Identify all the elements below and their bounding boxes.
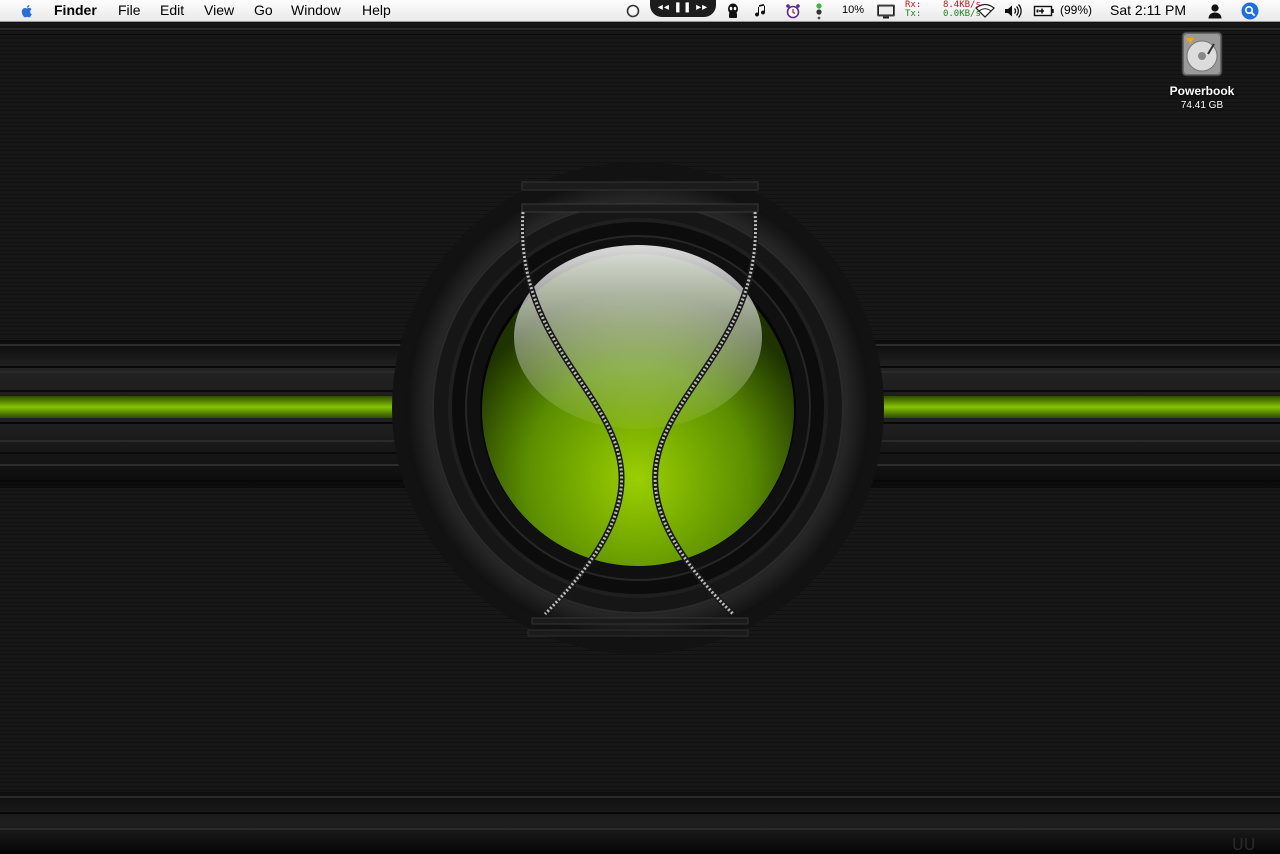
menu-help[interactable]: Help: [362, 0, 391, 21]
cpu-usage[interactable]: 10%: [842, 0, 864, 21]
menu-bar: Finder File Edit View Go Window Help ◂◂ …: [0, 0, 1280, 22]
battery-percent[interactable]: (99%): [1060, 0, 1092, 21]
display-icon[interactable]: [876, 2, 896, 20]
svg-text:ᑌᑌ: ᑌᑌ: [1232, 835, 1255, 854]
battery-icon[interactable]: [1033, 2, 1055, 20]
hard-drive-icon: [1181, 31, 1223, 77]
menu-view[interactable]: View: [204, 0, 234, 21]
desktop-icon-label: Powerbook: [1169, 84, 1235, 98]
media-controls[interactable]: ◂◂ ❚❚ ▸▸: [650, 0, 716, 17]
menu-edit[interactable]: Edit: [160, 0, 184, 21]
menu-go[interactable]: Go: [254, 0, 273, 21]
alien-icon[interactable]: [724, 2, 742, 20]
desktop-icon-powerbook[interactable]: Powerbook 74.41 GB: [1158, 30, 1246, 111]
apple-icon[interactable]: [19, 3, 35, 19]
spinner-icon[interactable]: [625, 3, 641, 19]
menu-file[interactable]: File: [118, 0, 141, 21]
user-icon[interactable]: [1206, 2, 1224, 20]
music-note-icon[interactable]: [752, 2, 770, 20]
menu-finder[interactable]: Finder: [54, 0, 97, 21]
status-dots-icon[interactable]: [814, 2, 824, 20]
desktop-icon-size: 74.41 GB: [1180, 100, 1224, 111]
spotlight-icon[interactable]: [1241, 2, 1259, 20]
volume-icon[interactable]: [1003, 2, 1023, 20]
desktop-wallpaper: ᑌᑌ: [0, 22, 1280, 854]
tx-label: Tx:: [905, 9, 922, 19]
wifi-icon[interactable]: [974, 2, 996, 20]
alarm-clock-icon[interactable]: [784, 2, 802, 20]
menu-clock[interactable]: Sat 2:11 PM: [1110, 0, 1186, 21]
network-monitor[interactable]: Rx: 8.4KB/s Tx: 0.0KB/s: [905, 1, 981, 21]
menu-window[interactable]: Window: [291, 0, 341, 21]
desktop-screen: Finder File Edit View Go Window Help ◂◂ …: [0, 0, 1280, 854]
